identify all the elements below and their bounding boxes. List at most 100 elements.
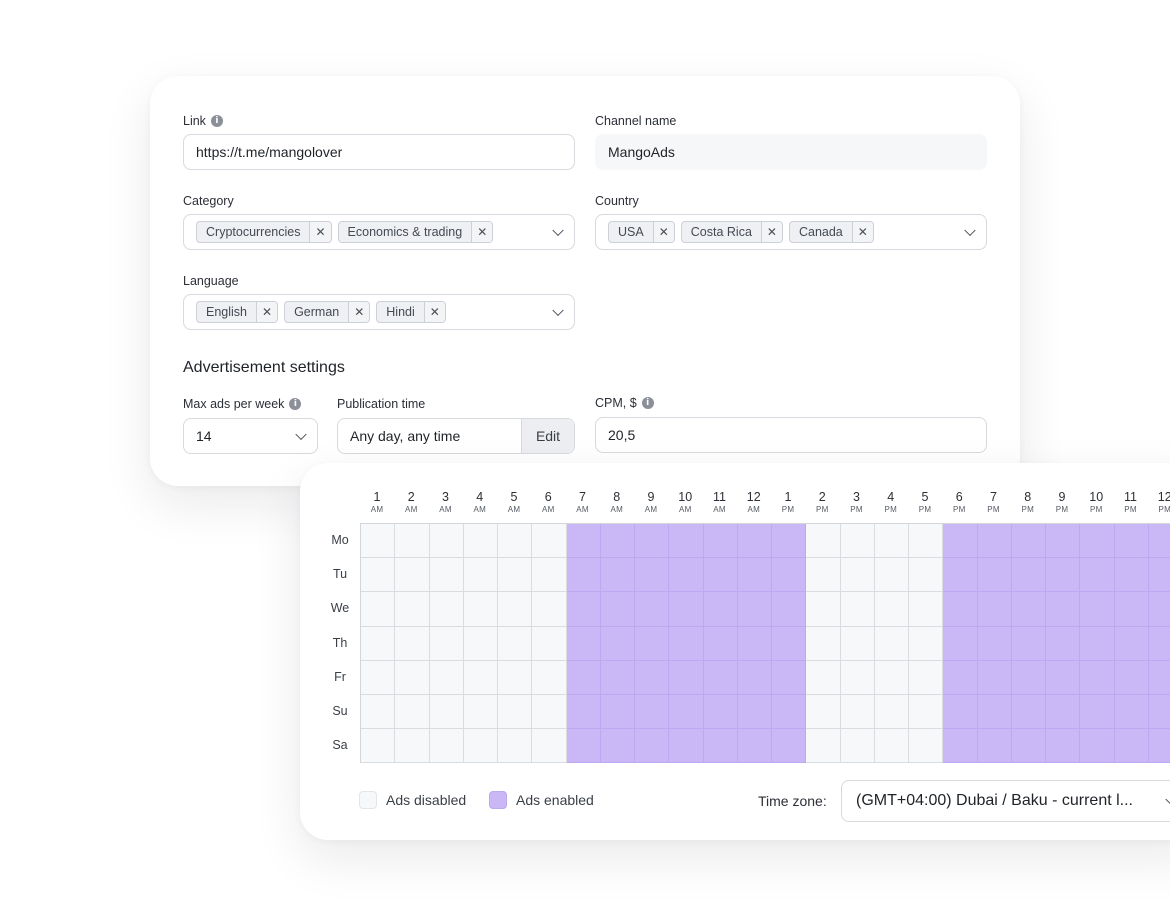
- schedule-cell-enabled[interactable]: [737, 660, 772, 695]
- schedule-cell-disabled[interactable]: [909, 524, 944, 559]
- schedule-cell-disabled[interactable]: [909, 695, 944, 730]
- category-select[interactable]: Cryptocurrencies ✕ Economics & trading ✕: [183, 214, 575, 250]
- schedule-cell-enabled[interactable]: [977, 558, 1012, 593]
- schedule-cell-disabled[interactable]: [874, 626, 909, 661]
- schedule-cell-enabled[interactable]: [1148, 592, 1170, 627]
- schedule-cell-enabled[interactable]: [1114, 626, 1149, 661]
- schedule-cell-disabled[interactable]: [498, 695, 533, 730]
- schedule-cell-enabled[interactable]: [1114, 729, 1149, 764]
- schedule-cell-enabled[interactable]: [566, 695, 601, 730]
- edit-button[interactable]: Edit: [521, 419, 574, 453]
- schedule-cell-enabled[interactable]: [772, 558, 807, 593]
- schedule-cell-enabled[interactable]: [737, 524, 772, 559]
- schedule-cell-disabled[interactable]: [532, 524, 567, 559]
- schedule-cell-enabled[interactable]: [600, 592, 635, 627]
- schedule-cell-enabled[interactable]: [1148, 558, 1170, 593]
- schedule-cell-disabled[interactable]: [395, 558, 430, 593]
- schedule-cell-enabled[interactable]: [669, 660, 704, 695]
- schedule-cell-enabled[interactable]: [703, 558, 738, 593]
- schedule-cell-enabled[interactable]: [1148, 524, 1170, 559]
- schedule-cell-enabled[interactable]: [669, 558, 704, 593]
- schedule-cell-disabled[interactable]: [498, 558, 533, 593]
- schedule-cell-disabled[interactable]: [840, 695, 875, 730]
- schedule-cell-disabled[interactable]: [395, 695, 430, 730]
- info-icon[interactable]: i: [210, 115, 223, 127]
- schedule-cell-enabled[interactable]: [737, 695, 772, 730]
- schedule-cell-disabled[interactable]: [361, 592, 396, 627]
- schedule-cell-enabled[interactable]: [977, 660, 1012, 695]
- schedule-cell-disabled[interactable]: [463, 695, 498, 730]
- schedule-cell-enabled[interactable]: [1080, 729, 1115, 764]
- schedule-cell-enabled[interactable]: [943, 558, 978, 593]
- schedule-cell-disabled[interactable]: [429, 729, 464, 764]
- schedule-cell-enabled[interactable]: [977, 729, 1012, 764]
- schedule-cell-enabled[interactable]: [1046, 695, 1081, 730]
- schedule-cell-disabled[interactable]: [874, 660, 909, 695]
- schedule-cell-disabled[interactable]: [498, 729, 533, 764]
- schedule-cell-enabled[interactable]: [669, 695, 704, 730]
- schedule-cell-enabled[interactable]: [1080, 660, 1115, 695]
- schedule-cell-disabled[interactable]: [840, 592, 875, 627]
- schedule-cell-disabled[interactable]: [909, 626, 944, 661]
- schedule-cell-enabled[interactable]: [1080, 695, 1115, 730]
- schedule-cell-enabled[interactable]: [1080, 592, 1115, 627]
- schedule-cell-enabled[interactable]: [1114, 660, 1149, 695]
- schedule-cell-enabled[interactable]: [600, 626, 635, 661]
- schedule-cell-enabled[interactable]: [1011, 524, 1046, 559]
- schedule-cell-disabled[interactable]: [498, 524, 533, 559]
- schedule-cell-enabled[interactable]: [600, 558, 635, 593]
- schedule-cell-disabled[interactable]: [806, 729, 841, 764]
- schedule-cell-disabled[interactable]: [429, 524, 464, 559]
- schedule-cell-enabled[interactable]: [943, 729, 978, 764]
- schedule-cell-enabled[interactable]: [772, 524, 807, 559]
- remove-chip-icon[interactable]: ✕: [851, 222, 873, 242]
- schedule-cell-enabled[interactable]: [703, 660, 738, 695]
- schedule-cell-disabled[interactable]: [395, 660, 430, 695]
- schedule-cell-enabled[interactable]: [1011, 558, 1046, 593]
- schedule-cell-enabled[interactable]: [1148, 660, 1170, 695]
- schedule-cell-disabled[interactable]: [498, 626, 533, 661]
- schedule-cell-disabled[interactable]: [361, 626, 396, 661]
- schedule-cell-disabled[interactable]: [840, 558, 875, 593]
- schedule-cell-enabled[interactable]: [1046, 558, 1081, 593]
- schedule-cell-disabled[interactable]: [463, 558, 498, 593]
- chevron-down-icon[interactable]: [964, 224, 976, 237]
- schedule-cell-enabled[interactable]: [635, 626, 670, 661]
- schedule-cell-enabled[interactable]: [635, 558, 670, 593]
- schedule-cell-disabled[interactable]: [429, 695, 464, 730]
- schedule-cell-enabled[interactable]: [772, 695, 807, 730]
- schedule-cell-enabled[interactable]: [772, 729, 807, 764]
- schedule-cell-enabled[interactable]: [635, 592, 670, 627]
- schedule-cell-enabled[interactable]: [600, 660, 635, 695]
- schedule-cell-enabled[interactable]: [566, 729, 601, 764]
- schedule-cell-disabled[interactable]: [463, 729, 498, 764]
- schedule-cell-disabled[interactable]: [498, 660, 533, 695]
- chevron-down-icon[interactable]: [552, 304, 564, 317]
- schedule-cell-enabled[interactable]: [943, 524, 978, 559]
- schedule-cell-enabled[interactable]: [737, 558, 772, 593]
- max-ads-select[interactable]: 14: [183, 418, 318, 454]
- schedule-cell-disabled[interactable]: [532, 695, 567, 730]
- schedule-cell-enabled[interactable]: [703, 592, 738, 627]
- schedule-cell-enabled[interactable]: [566, 524, 601, 559]
- schedule-cell-disabled[interactable]: [874, 695, 909, 730]
- schedule-cell-enabled[interactable]: [600, 695, 635, 730]
- schedule-cell-enabled[interactable]: [977, 524, 1012, 559]
- schedule-cell-enabled[interactable]: [1011, 660, 1046, 695]
- link-input[interactable]: https://t.me/mangolover: [183, 134, 575, 170]
- schedule-cell-enabled[interactable]: [566, 558, 601, 593]
- schedule-cell-disabled[interactable]: [463, 524, 498, 559]
- schedule-cell-disabled[interactable]: [840, 524, 875, 559]
- schedule-cell-disabled[interactable]: [395, 592, 430, 627]
- schedule-cell-enabled[interactable]: [977, 695, 1012, 730]
- schedule-cell-enabled[interactable]: [635, 695, 670, 730]
- schedule-cell-disabled[interactable]: [806, 558, 841, 593]
- schedule-cell-enabled[interactable]: [772, 592, 807, 627]
- schedule-cell-enabled[interactable]: [1114, 695, 1149, 730]
- schedule-cell-enabled[interactable]: [600, 729, 635, 764]
- country-select[interactable]: USA ✕ Costa Rica ✕ Canada ✕: [595, 214, 987, 250]
- schedule-cell-enabled[interactable]: [1114, 524, 1149, 559]
- schedule-cell-disabled[interactable]: [874, 558, 909, 593]
- schedule-cell-enabled[interactable]: [737, 592, 772, 627]
- schedule-cell-enabled[interactable]: [600, 524, 635, 559]
